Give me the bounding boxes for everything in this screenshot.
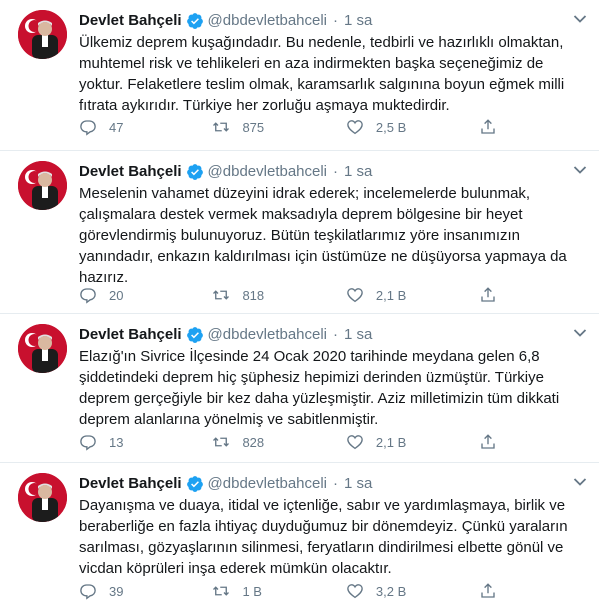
reply-icon <box>80 584 96 600</box>
tweet[interactable]: Devlet Bahçeli @dbdevletbahceli · 1 sa E… <box>0 314 599 463</box>
verified-badge-icon <box>186 12 204 30</box>
avatar[interactable] <box>18 473 67 522</box>
reply-count: 13 <box>109 434 124 450</box>
avatar[interactable] <box>18 324 67 373</box>
tweet-actions: 39 1 B 3,2 B <box>79 581 509 601</box>
retweet-count: 818 <box>242 287 265 303</box>
like-count: 3,2 B <box>375 583 407 599</box>
tweet-feed: Devlet Bahçeli @dbdevletbahceli · 1 sa Ü… <box>0 0 599 612</box>
heart-icon <box>347 584 363 599</box>
author-name[interactable]: Devlet Bahçeli <box>79 162 182 182</box>
share-button[interactable] <box>479 286 509 304</box>
tweet[interactable]: Devlet Bahçeli @dbdevletbahceli · 1 sa D… <box>0 463 599 612</box>
reply-button[interactable]: 39 <box>79 582 212 600</box>
retweet-button[interactable]: 818 <box>212 286 345 304</box>
share-icon <box>481 287 496 302</box>
tweet-header: Devlet Bahçeli @dbdevletbahceli · 1 sa <box>79 324 372 346</box>
verified-badge-icon <box>186 163 204 181</box>
share-button[interactable] <box>479 433 509 451</box>
reply-count: 39 <box>109 583 124 599</box>
share-icon <box>481 434 496 449</box>
like-count: 2,1 B <box>375 287 407 303</box>
author-handle[interactable]: @dbdevletbahceli <box>208 325 327 345</box>
tweet-header: Devlet Bahçeli @dbdevletbahceli · 1 sa <box>79 10 372 32</box>
retweet-button[interactable]: 875 <box>212 118 345 136</box>
separator-dot: · <box>333 326 339 343</box>
share-icon <box>481 583 496 598</box>
separator-dot: · <box>333 163 339 180</box>
tweet-time[interactable]: 1 sa <box>344 162 372 182</box>
tweet-text: Meselenin vahamet düzeyini idrak ederek;… <box>79 185 567 286</box>
reply-button[interactable]: 13 <box>79 433 212 451</box>
chevron-down-icon[interactable] <box>573 14 587 24</box>
retweet-icon <box>213 290 230 300</box>
like-button[interactable]: 2,1 B <box>346 286 479 304</box>
retweet-button[interactable]: 1 B <box>212 582 345 600</box>
reply-button[interactable]: 20 <box>79 286 212 304</box>
author-name[interactable]: Devlet Bahçeli <box>79 325 182 345</box>
tweet-time[interactable]: 1 sa <box>344 474 372 494</box>
tweet-actions: 13 828 2,1 B <box>79 432 509 452</box>
separator-dot: · <box>333 12 339 29</box>
like-count: 2,5 B <box>375 119 407 135</box>
like-count: 2,1 B <box>375 434 407 450</box>
author-name[interactable]: Devlet Bahçeli <box>79 11 182 31</box>
tweet-header: Devlet Bahçeli @dbdevletbahceli · 1 sa <box>79 161 372 183</box>
reply-icon <box>80 435 96 451</box>
like-button[interactable]: 2,5 B <box>346 118 479 136</box>
share-icon <box>481 119 496 134</box>
tweet[interactable]: Devlet Bahçeli @dbdevletbahceli · 1 sa M… <box>0 151 599 314</box>
author-handle[interactable]: @dbdevletbahceli <box>208 162 327 182</box>
retweet-count: 875 <box>242 119 265 135</box>
heart-icon <box>347 120 363 135</box>
tweet-text: Ülkemiz deprem kuşağındadır. Bu nedenle,… <box>79 34 565 114</box>
verified-badge-icon <box>186 475 204 493</box>
author-handle[interactable]: @dbdevletbahceli <box>208 11 327 31</box>
retweet-icon <box>213 437 230 447</box>
tweet-actions: 47 875 2,5 B <box>79 117 509 137</box>
retweet-icon <box>213 586 230 596</box>
retweet-count: 1 B <box>242 583 262 599</box>
retweet-button[interactable]: 828 <box>212 433 345 451</box>
tweet-actions: 20 818 2,1 B <box>79 285 509 305</box>
author-name[interactable]: Devlet Bahçeli <box>79 474 182 494</box>
tweet-text: Dayanışma ve duaya, itidal ve içtenliğe,… <box>79 497 568 577</box>
chevron-down-icon[interactable] <box>573 328 587 338</box>
share-button[interactable] <box>479 582 509 600</box>
avatar[interactable] <box>18 161 67 210</box>
tweet-time[interactable]: 1 sa <box>344 325 372 345</box>
retweet-icon <box>213 122 230 132</box>
heart-icon <box>347 435 363 450</box>
separator-dot: · <box>333 475 339 492</box>
reply-icon <box>80 120 96 136</box>
tweet[interactable]: Devlet Bahçeli @dbdevletbahceli · 1 sa Ü… <box>0 0 599 151</box>
tweet-time[interactable]: 1 sa <box>344 11 372 31</box>
reply-button[interactable]: 47 <box>79 118 212 136</box>
retweet-count: 828 <box>242 434 265 450</box>
chevron-down-icon[interactable] <box>573 477 587 487</box>
share-button[interactable] <box>479 118 509 136</box>
verified-badge-icon <box>186 326 204 344</box>
author-handle[interactable]: @dbdevletbahceli <box>208 474 327 494</box>
reply-count: 47 <box>109 119 124 135</box>
tweet-header: Devlet Bahçeli @dbdevletbahceli · 1 sa <box>79 473 372 495</box>
like-button[interactable]: 3,2 B <box>346 582 479 600</box>
heart-icon <box>347 288 363 303</box>
like-button[interactable]: 2,1 B <box>346 433 479 451</box>
reply-icon <box>80 288 96 304</box>
reply-count: 20 <box>109 287 124 303</box>
avatar[interactable] <box>18 10 67 59</box>
tweet-text: Elazığ'ın Sivrice İlçesinde 24 Ocak 2020… <box>79 348 560 428</box>
chevron-down-icon[interactable] <box>573 165 587 175</box>
